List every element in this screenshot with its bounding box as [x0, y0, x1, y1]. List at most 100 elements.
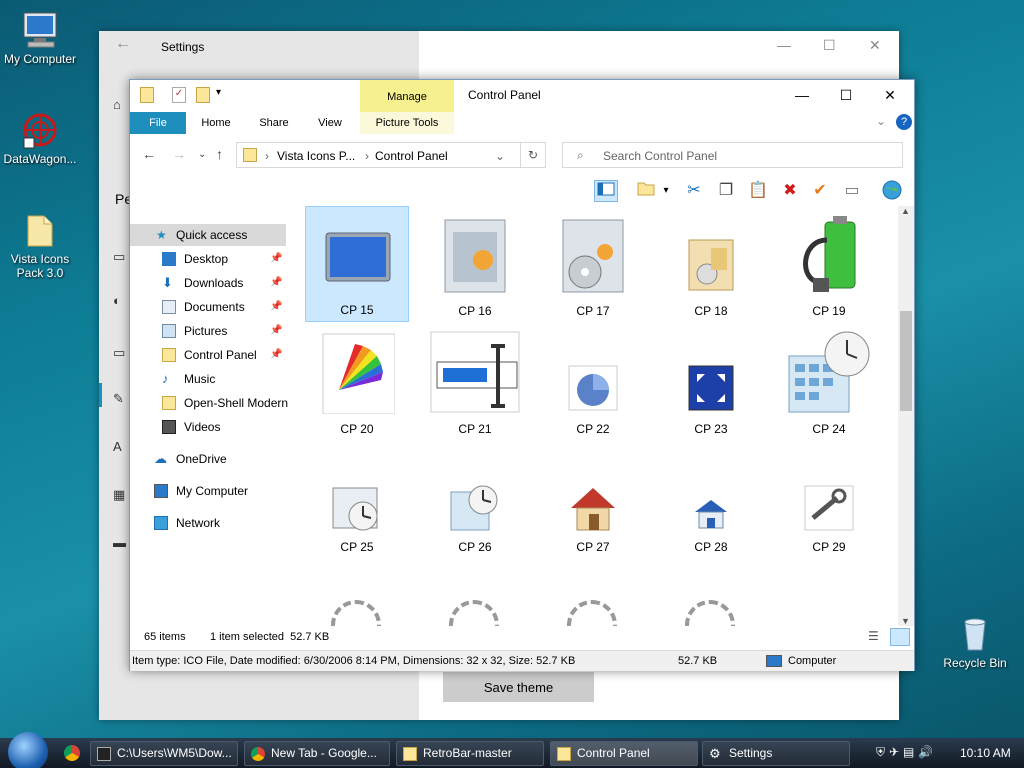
tab-file[interactable]: File	[130, 112, 186, 134]
nav-documents[interactable]: Documents 📌	[130, 296, 290, 318]
file-item[interactable]: CP 24	[777, 324, 881, 440]
search-input[interactable]: Search Control Panel	[603, 149, 717, 163]
desktop-icon-recycle-bin[interactable]: Recycle Bin	[935, 614, 1015, 670]
file-item[interactable]	[423, 594, 527, 626]
file-item[interactable]: CP 22	[541, 324, 645, 440]
file-item[interactable]: CP 16	[423, 206, 527, 322]
taskbar-button-cmd[interactable]: C:\Users\WM5\Dow...	[90, 741, 238, 766]
maximize-button[interactable]: ☐	[824, 84, 868, 106]
scroll-up-icon[interactable]: ▲	[901, 206, 910, 216]
folder-icon[interactable]	[140, 87, 154, 103]
forward-arrow-icon[interactable]: →	[172, 146, 186, 162]
manage-tab[interactable]: Manage	[360, 80, 454, 112]
chevron-down-icon[interactable]: ⌄	[495, 149, 505, 163]
taskbar-button-control-panel[interactable]: Control Panel	[550, 741, 698, 766]
taskbar-button-settings[interactable]: ⚙ Settings	[702, 741, 850, 766]
clock[interactable]: 10:10 AM	[960, 746, 1011, 760]
nav-label: Pictures	[184, 324, 228, 338]
scroll-down-icon[interactable]: ▼	[901, 616, 910, 626]
pin-icon[interactable]: 📌	[270, 296, 282, 318]
file-item[interactable]: CP 19	[777, 206, 881, 322]
details-view-icon[interactable]: ☰	[868, 629, 879, 643]
chevron-down-icon[interactable]: ▾	[654, 180, 678, 202]
nav-pictures[interactable]: Pictures 📌	[130, 320, 290, 342]
vertical-scrollbar[interactable]: ▲ ▼	[898, 206, 914, 626]
scroll-thumb[interactable]	[900, 311, 912, 411]
pin-icon[interactable]: 📌	[270, 272, 282, 294]
chevron-down-icon[interactable]: ▾	[216, 87, 230, 103]
cut-icon[interactable]: ✂	[682, 180, 706, 202]
file-item[interactable]: CP 29	[777, 442, 881, 558]
minimize-button[interactable]: —	[777, 37, 791, 53]
preview-pane-icon[interactable]	[594, 180, 618, 202]
file-item[interactable]: CP 28	[659, 442, 763, 558]
nav-quick-access[interactable]: ★ Quick access	[130, 224, 286, 246]
help-icon[interactable]: ?	[896, 114, 912, 130]
tab-picture-tools[interactable]: Picture Tools	[360, 112, 454, 134]
search-box[interactable]: ⌕ Search Control Panel	[562, 142, 903, 168]
save-theme-button[interactable]: Save theme	[443, 672, 594, 702]
file-item[interactable]: CP 26	[423, 442, 527, 558]
pin-icon[interactable]: 📌	[270, 320, 282, 342]
file-item[interactable]: CP 25	[305, 442, 409, 558]
details-bar: Item type: ICO File, Date modified: 6/30…	[130, 650, 914, 671]
pin-icon[interactable]: 📌	[270, 248, 282, 270]
rename-icon[interactable]: ▭	[840, 180, 864, 202]
tab-home[interactable]: Home	[194, 112, 238, 134]
back-arrow-icon[interactable]: ←	[115, 35, 131, 53]
nav-onedrive[interactable]: ☁ OneDrive	[130, 448, 290, 470]
file-item[interactable]: CP 20	[305, 324, 409, 440]
nav-desktop[interactable]: Desktop 📌	[130, 248, 290, 270]
copy-icon[interactable]: ❐	[714, 180, 738, 202]
back-arrow-icon[interactable]: ←	[142, 146, 156, 162]
tab-share[interactable]: Share	[252, 112, 296, 134]
nav-my-computer[interactable]: My Computer	[130, 480, 290, 502]
desktop-icon-datawagon[interactable]: DataWagon...	[0, 110, 80, 166]
up-arrow-icon[interactable]: ↑	[216, 146, 223, 162]
properties-icon[interactable]: ✓	[172, 87, 186, 103]
file-item[interactable]: CP 23	[659, 324, 763, 440]
taskbar-button-retrobar[interactable]: RetroBar-master	[396, 741, 544, 766]
delete-icon[interactable]: ✖	[778, 180, 802, 202]
file-item[interactable]: CP 15	[305, 206, 409, 322]
file-item[interactable]: CP 21	[423, 324, 527, 440]
address-bar[interactable]: › Vista Icons P... › Control Panel ⌄	[236, 142, 546, 168]
nav-videos[interactable]: Videos	[130, 416, 290, 438]
start-button[interactable]	[8, 732, 48, 768]
file-view: CP 15 CP 16 CP 17 CP 18 CP 19 CP 20 CP 2…	[305, 206, 898, 626]
file-item[interactable]: CP 17	[541, 206, 645, 322]
breadcrumb-item[interactable]: Vista Icons P...	[277, 149, 355, 163]
file-item[interactable]: CP 18	[659, 206, 763, 322]
nav-control-panel[interactable]: Control Panel 📌	[130, 344, 290, 366]
nav-network[interactable]: Network	[130, 512, 290, 534]
file-item[interactable]	[305, 594, 409, 626]
new-folder-icon[interactable]	[196, 87, 210, 103]
maximize-button[interactable]: ☐	[823, 37, 836, 54]
pin-icon[interactable]: 📌	[270, 344, 282, 366]
nav-downloads[interactable]: ⬇ Downloads 📌	[130, 272, 290, 294]
breadcrumb-item[interactable]: Control Panel	[375, 149, 448, 163]
file-item[interactable]: CP 27	[541, 442, 645, 558]
taskbar-button-chrome[interactable]: New Tab - Google...	[244, 741, 390, 766]
desktop-icon-vista-icons-pack[interactable]: Vista Icons Pack 3.0	[0, 210, 80, 280]
recent-chevron-icon[interactable]: ⌄	[198, 149, 206, 160]
nav-open-shell-modern[interactable]: Open-Shell Modern	[130, 392, 290, 414]
chrome-icon[interactable]	[64, 745, 80, 761]
tab-view[interactable]: View	[310, 112, 350, 134]
check-icon[interactable]: ✔	[808, 180, 832, 202]
globe-icon[interactable]	[880, 180, 904, 202]
chevron-down-icon[interactable]: ⌄	[876, 114, 886, 128]
close-button[interactable]: ✕	[868, 84, 912, 106]
wrench-icon	[804, 485, 854, 531]
system-tray-icons[interactable]: ⛨✈▤🔊	[876, 745, 937, 760]
close-button[interactable]: ✕	[869, 37, 881, 54]
refresh-button[interactable]: ↻	[520, 142, 546, 168]
minimize-button[interactable]: —	[780, 84, 824, 106]
large-icons-view-icon[interactable]	[890, 628, 910, 646]
folder-icon	[162, 348, 176, 362]
file-item[interactable]	[541, 594, 645, 626]
nav-music[interactable]: ♪ Music	[130, 368, 290, 390]
desktop-icon-my-computer[interactable]: My Computer	[0, 10, 80, 66]
file-item[interactable]	[659, 594, 763, 626]
paste-icon[interactable]: 📋	[746, 180, 770, 202]
